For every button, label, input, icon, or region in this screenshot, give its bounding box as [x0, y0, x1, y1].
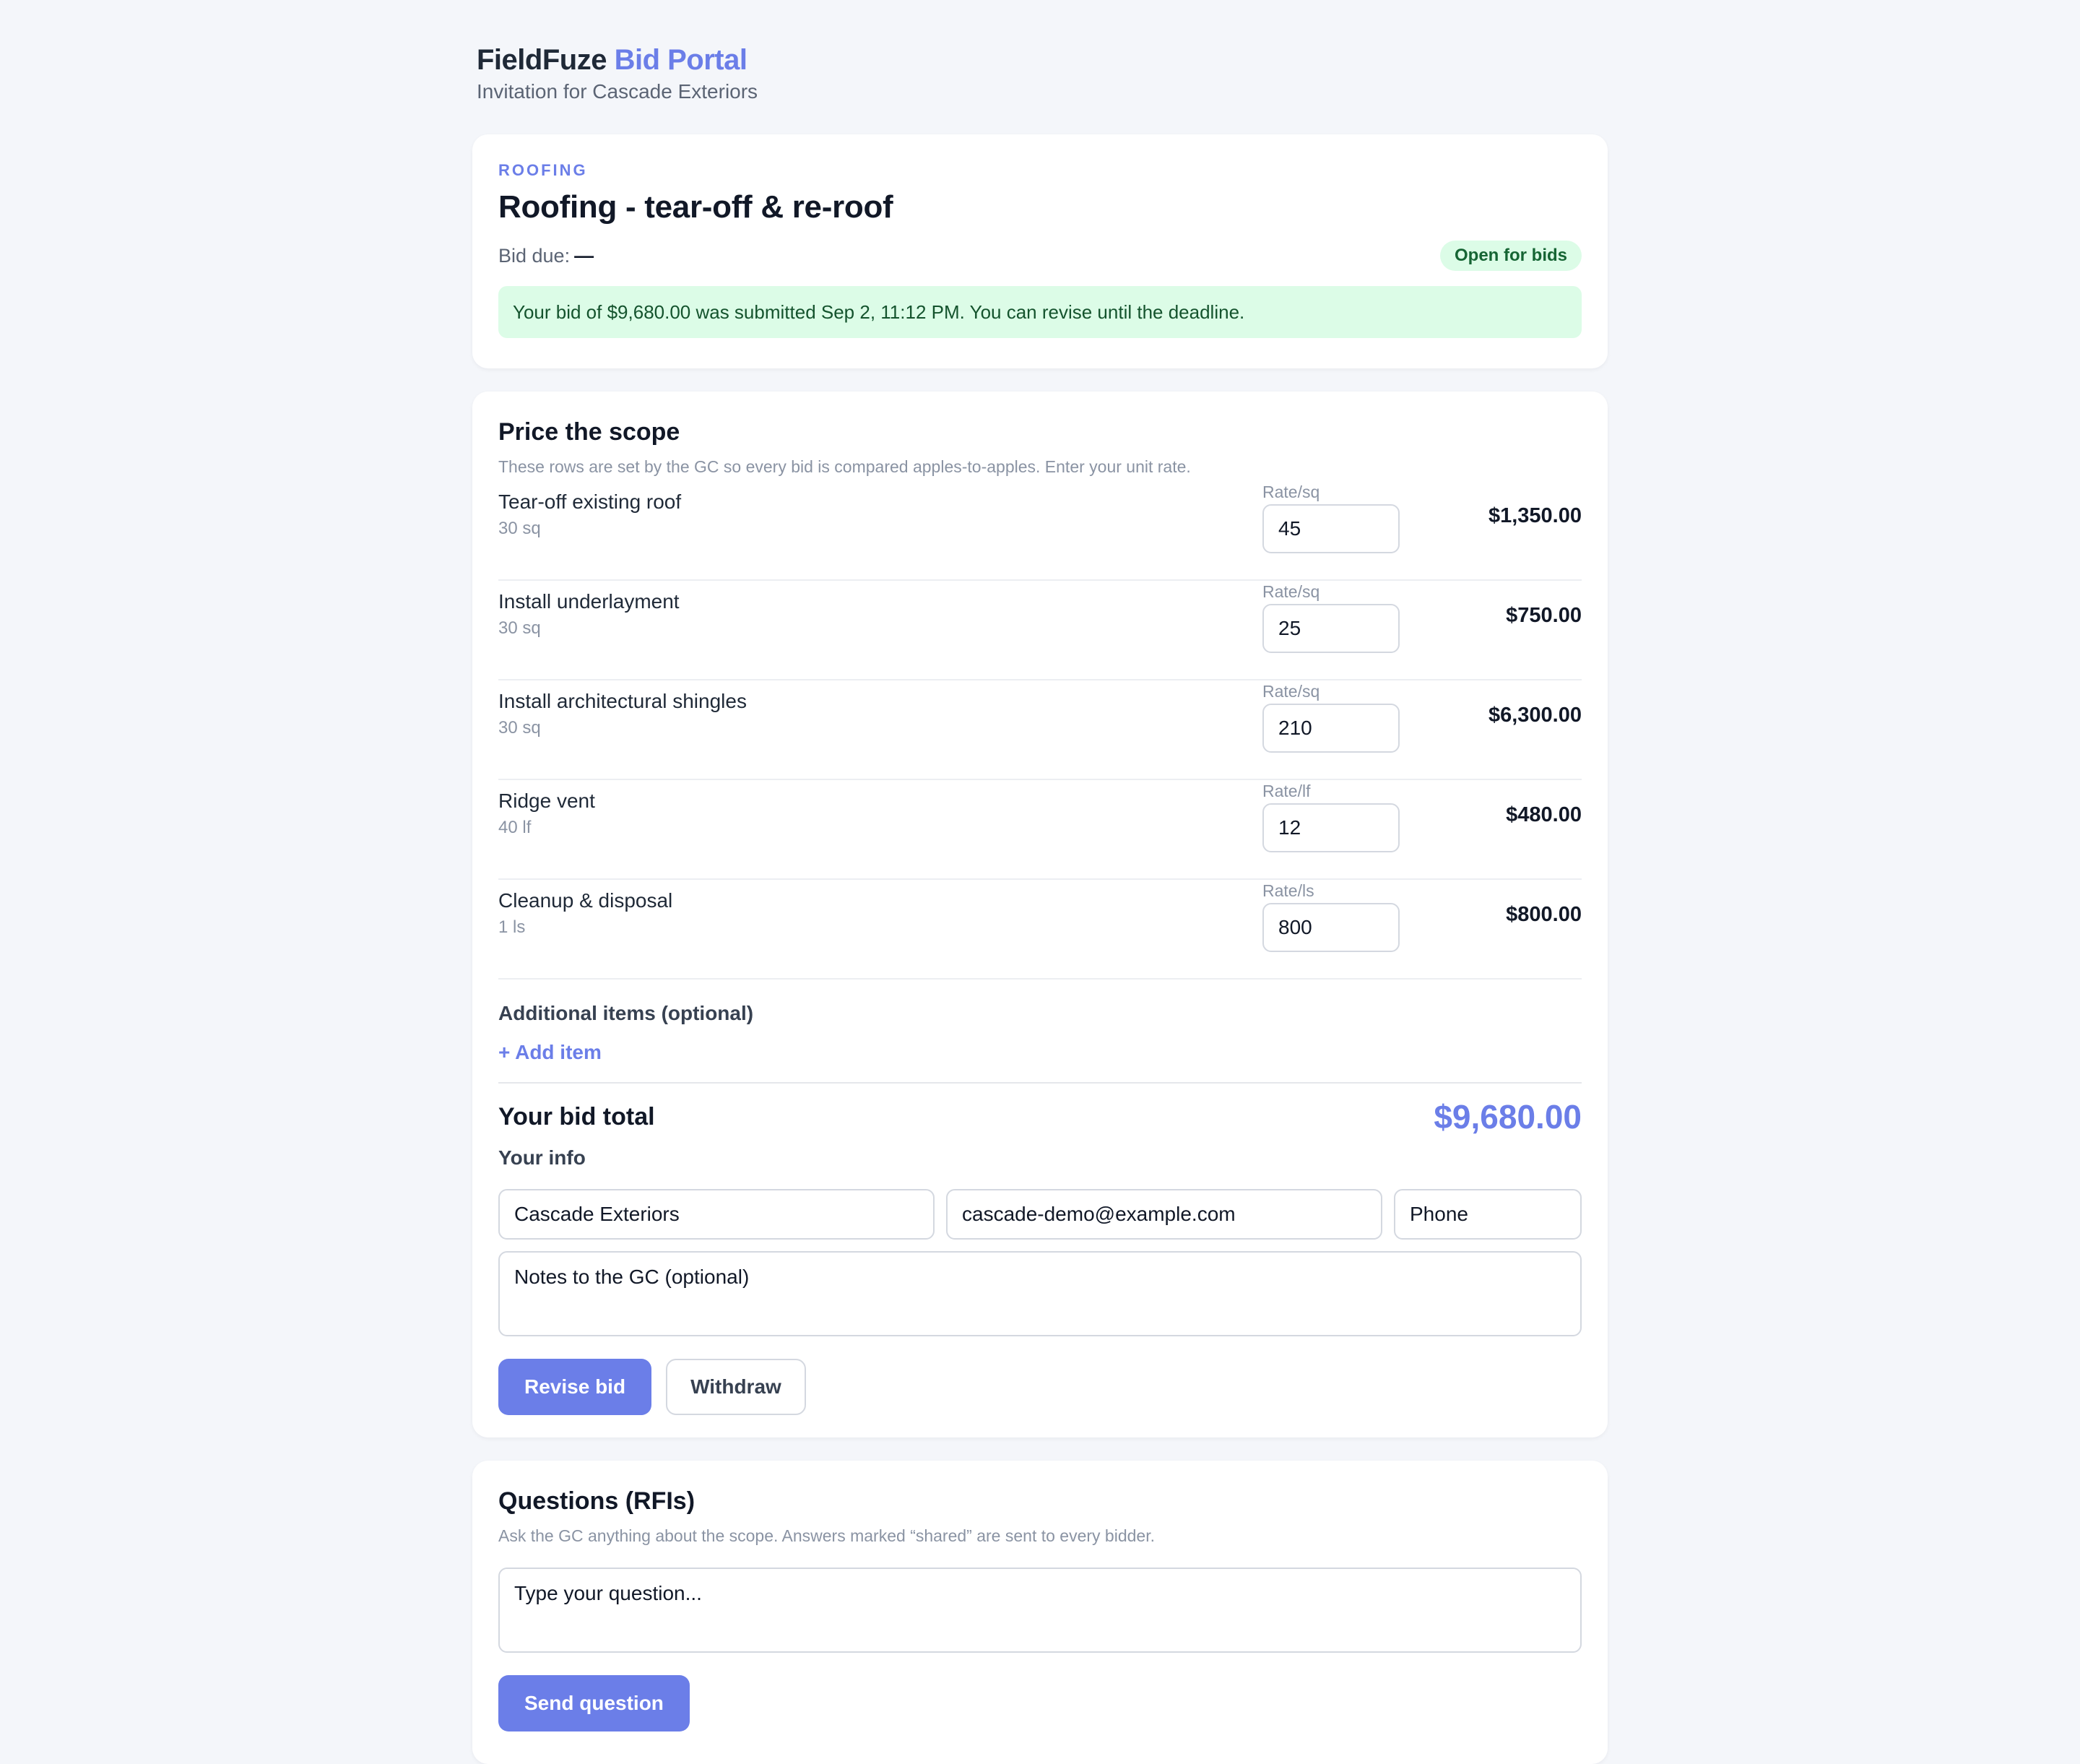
pricing-title: Price the scope	[498, 418, 680, 446]
brand-product: Bid Portal	[614, 44, 748, 76]
withdraw-button[interactable]: Withdraw	[666, 1359, 806, 1415]
send-question-button[interactable]: Send question	[498, 1675, 690, 1731]
rate-input[interactable]	[1262, 704, 1400, 753]
rate-label: Rate/lf	[1262, 782, 1311, 800]
divider	[498, 1082, 1582, 1084]
company-field[interactable]	[498, 1189, 935, 1240]
line-items: Tear-off existing roof 30 sq Rate/sq $1,…	[498, 481, 1582, 980]
pricing-help: These rows are set by the GC so every bi…	[498, 457, 1191, 476]
notes-field[interactable]	[498, 1251, 1582, 1336]
trade-tag: ROOFING	[498, 161, 588, 179]
revise-bid-button[interactable]: Revise bid	[498, 1359, 652, 1415]
rate-input[interactable]	[1262, 903, 1400, 952]
line-description: Cleanup & disposal 1 ls	[498, 880, 1262, 938]
your-info-title: Your info	[498, 1146, 586, 1169]
bid-total-value: $9,680.00	[1434, 1098, 1582, 1136]
pricing-card: Price the scope These rows are set by th…	[472, 392, 1608, 1437]
line-item: Ridge vent 40 lf Rate/lf $480.00	[498, 780, 1582, 880]
add-item-link[interactable]: + Add item	[498, 1040, 602, 1065]
rate-label: Rate/ls	[1262, 881, 1314, 900]
line-amount: $6,300.00	[1488, 704, 1582, 727]
line-item: Install architectural shingles 30 sq Rat…	[498, 680, 1582, 780]
rate-field: Rate/sq	[1262, 481, 1400, 553]
rfi-actions: Send question	[498, 1675, 1582, 1731]
line-quantity: 1 ls	[498, 917, 526, 937]
rate-label: Rate/sq	[1262, 483, 1320, 501]
bid-due-value: —	[574, 244, 594, 267]
contact-fields	[498, 1189, 1582, 1240]
line-quantity: 30 sq	[498, 519, 541, 538]
line-item: Cleanup & disposal 1 ls Rate/ls $800.00	[498, 880, 1582, 980]
line-amount: $750.00	[1506, 604, 1582, 627]
portal-header: FieldFuze Bid Portal Invitation for Casc…	[472, 42, 1608, 104]
line-name: Cleanup & disposal	[498, 889, 673, 912]
job-title: Roofing - tear-off & re-roof	[498, 189, 893, 225]
line-amount: $480.00	[1506, 803, 1582, 826]
line-quantity: 40 lf	[498, 818, 532, 837]
app-title: FieldFuze Bid Portal	[477, 42, 1608, 78]
bid-portal-page: FieldFuze Bid Portal Invitation for Casc…	[472, 42, 1608, 1764]
line-quantity: 30 sq	[498, 718, 541, 738]
rate-label: Rate/sq	[1262, 682, 1320, 701]
due-row: Bid due: — Open for bids	[498, 240, 1582, 272]
rate-input[interactable]	[1262, 504, 1400, 553]
line-description: Install underlayment 30 sq	[498, 581, 1262, 639]
rate-input[interactable]	[1262, 604, 1400, 653]
bid-actions: Revise bid Withdraw	[498, 1359, 1582, 1415]
rfi-title: Questions (RFIs)	[498, 1487, 696, 1515]
line-item: Tear-off existing roof 30 sq Rate/sq $1,…	[498, 481, 1582, 581]
rate-field: Rate/sq	[1262, 680, 1400, 753]
line-description: Tear-off existing roof 30 sq	[498, 481, 1262, 539]
rate-field: Rate/sq	[1262, 581, 1400, 653]
rfi-card: Questions (RFIs) Ask the GC anything abo…	[472, 1461, 1608, 1764]
bid-total-label: Your bid total	[498, 1102, 655, 1130]
line-description: Install architectural shingles 30 sq	[498, 680, 1262, 738]
email-field[interactable]	[946, 1189, 1382, 1240]
line-amount: $1,350.00	[1488, 504, 1582, 527]
line-item: Install underlayment 30 sq Rate/sq $750.…	[498, 581, 1582, 680]
line-quantity: 30 sq	[498, 618, 541, 638]
rate-label: Rate/sq	[1262, 582, 1320, 601]
rate-input[interactable]	[1262, 803, 1400, 852]
line-name: Tear-off existing roof	[498, 490, 682, 513]
submission-notice: Your bid of $9,680.00 was submitted Sep …	[498, 286, 1582, 338]
line-description: Ridge vent 40 lf	[498, 780, 1262, 838]
line-name: Install underlayment	[498, 590, 680, 613]
rfi-help: Ask the GC anything about the scope. Ans…	[498, 1526, 1155, 1545]
line-name: Install architectural shingles	[498, 690, 747, 712]
invitation-card: ROOFING Roofing - tear-off & re-roof Bid…	[472, 134, 1608, 368]
brand-name: FieldFuze	[477, 44, 607, 76]
line-amount: $800.00	[1506, 903, 1582, 926]
line-name: Ridge vent	[498, 790, 595, 812]
invitation-subtitle: Invitation for Cascade Exteriors	[477, 80, 758, 103]
additional-items-title: Additional items (optional)	[498, 1002, 754, 1024]
status-badge: Open for bids	[1440, 241, 1582, 271]
bid-total-row: Your bid total $9,680.00	[498, 1095, 1582, 1138]
bid-due-label: Bid due:	[498, 244, 571, 267]
rate-field: Rate/ls	[1262, 880, 1400, 952]
phone-field[interactable]	[1394, 1189, 1582, 1240]
question-field[interactable]	[498, 1568, 1582, 1653]
bid-due: Bid due: —	[498, 245, 594, 267]
rate-field: Rate/lf	[1262, 780, 1400, 852]
